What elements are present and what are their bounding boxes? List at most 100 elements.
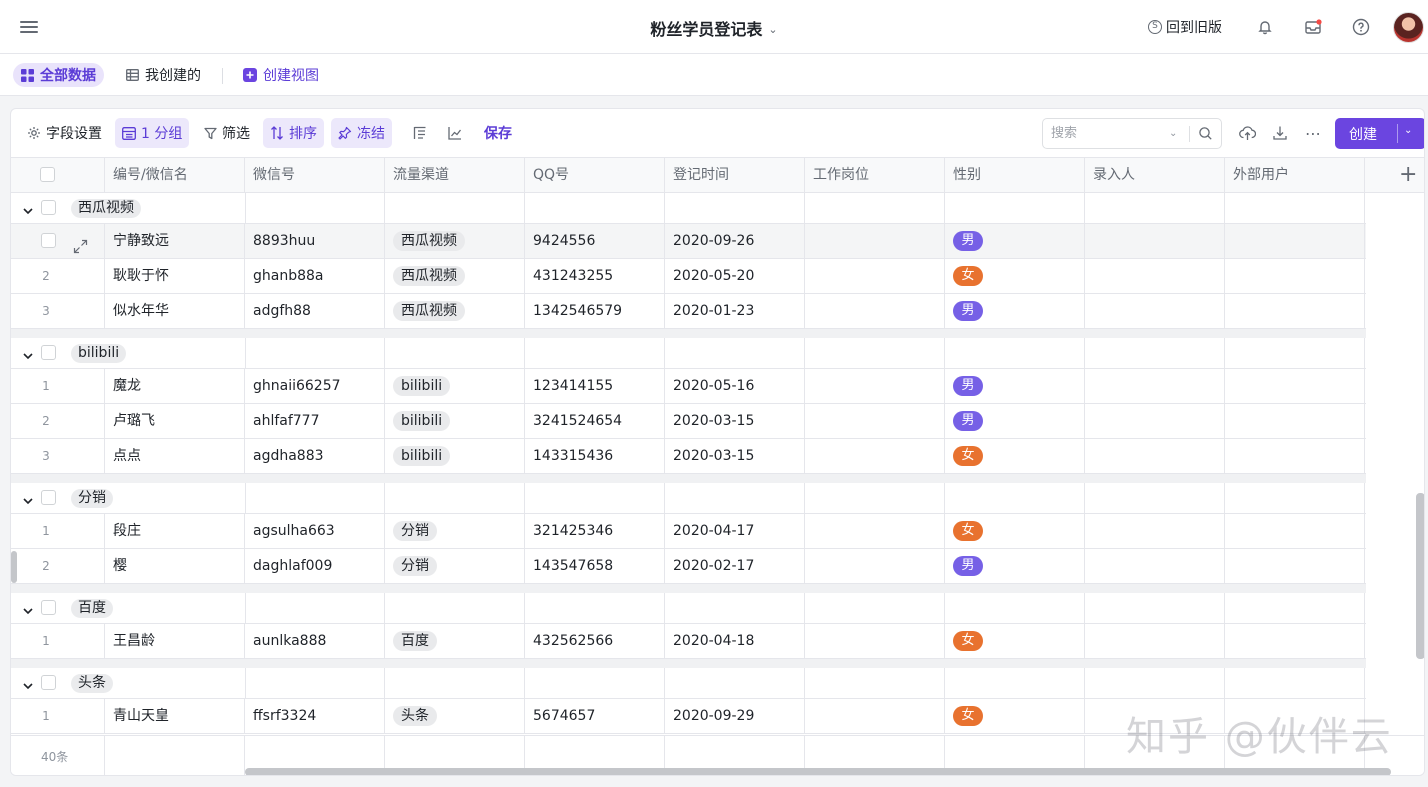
cell-wechat[interactable]: 8893huu <box>245 224 385 258</box>
table-row[interactable]: 1 段庄 agsulha663 分销 321425346 2020-04-17 女 <box>11 514 1366 549</box>
back-to-old-version-button[interactable]: S 回到旧版 <box>1148 17 1222 37</box>
cell-entry[interactable] <box>1085 439 1225 473</box>
column-header[interactable]: 录入人 <box>1085 158 1225 192</box>
cell-channel[interactable]: 分销 <box>385 549 525 583</box>
cell-external[interactable] <box>1225 294 1365 328</box>
column-header[interactable]: 登记时间 <box>665 158 805 192</box>
cell-gender[interactable]: 女 <box>945 514 1085 548</box>
cell-name[interactable]: 卢璐飞 <box>105 404 245 438</box>
cell-external[interactable] <box>1225 404 1365 438</box>
field-settings-button[interactable]: 字段设置 <box>20 118 109 148</box>
cell-qq[interactable]: 1342546579 <box>525 294 665 328</box>
cell-channel[interactable]: 西瓜视频 <box>385 224 525 258</box>
group-checkbox[interactable] <box>41 345 56 360</box>
row-height-button[interactable] <box>406 118 434 148</box>
help-icon[interactable] <box>1351 17 1371 37</box>
cell-external[interactable] <box>1225 514 1365 548</box>
download-icon[interactable] <box>1268 118 1292 148</box>
cell-name[interactable]: 王昌龄 <box>105 624 245 658</box>
cell-date[interactable]: 2020-04-17 <box>665 514 805 548</box>
cell-qq[interactable]: 5674657 <box>525 699 665 733</box>
table-row[interactable]: 3 点点 agdha883 bilibili 143315436 2020-03-15 女 <box>11 439 1366 474</box>
filter-button[interactable]: 筛选 <box>197 118 257 148</box>
horizontal-scrollbar[interactable] <box>245 768 1391 775</box>
cell-wechat[interactable]: ghnaii66257 <box>245 369 385 403</box>
cell-gender[interactable]: 男 <box>945 404 1085 438</box>
cell-wechat[interactable]: ahlfaf777 <box>245 404 385 438</box>
cell-qq[interactable]: 123414155 <box>525 369 665 403</box>
cell-date[interactable]: 2020-09-26 <box>665 224 805 258</box>
cell-qq[interactable]: 143547658 <box>525 549 665 583</box>
cell-entry[interactable] <box>1085 224 1225 258</box>
more-icon[interactable]: ⋯ <box>1301 118 1325 148</box>
cell-channel[interactable]: 西瓜视频 <box>385 259 525 293</box>
table-row[interactable]: 2 卢璐飞 ahlfaf777 bilibili 3241524654 2020-03-1… <box>11 404 1366 439</box>
cell-qq[interactable]: 9424556 <box>525 224 665 258</box>
cell-name[interactable]: 青山天皇 <box>105 699 245 733</box>
table-row[interactable]: 2 樱 daghlaf009 分销 143547658 2020-02-17 男 <box>11 549 1366 584</box>
cell-date[interactable]: 2020-04-18 <box>665 624 805 658</box>
inbox-icon[interactable] <box>1303 17 1323 37</box>
cell-date[interactable]: 2020-09-29 <box>665 699 805 733</box>
cell-name[interactable]: 点点 <box>105 439 245 473</box>
create-button[interactable]: 创建 ⌄ <box>1335 118 1424 149</box>
cell-name[interactable]: 魔龙 <box>105 369 245 403</box>
cell-entry[interactable] <box>1085 549 1225 583</box>
cell-wechat[interactable]: agsulha663 <box>245 514 385 548</box>
cell-wechat[interactable]: agdha883 <box>245 439 385 473</box>
chevron-down-icon[interactable]: ⌄ <box>1404 125 1412 136</box>
cell-wechat[interactable]: daghlaf009 <box>245 549 385 583</box>
cell-gender[interactable]: 男 <box>945 224 1085 258</box>
bell-icon[interactable] <box>1255 17 1275 37</box>
table-row[interactable]: 1 王昌龄 aunlka888 百度 432562566 2020-04-18 女 <box>11 624 1366 659</box>
left-scroll-handle[interactable] <box>11 551 17 583</box>
cell-name[interactable]: 似水年华 <box>105 294 245 328</box>
cell-date[interactable]: 2020-02-17 <box>665 549 805 583</box>
cell-entry[interactable] <box>1085 294 1225 328</box>
group-row[interactable]: 头条 <box>11 668 1366 699</box>
cell-gender[interactable]: 男 <box>945 294 1085 328</box>
cell-date[interactable]: 2020-05-16 <box>665 369 805 403</box>
cell-job[interactable] <box>805 549 945 583</box>
cell-entry[interactable] <box>1085 514 1225 548</box>
cell-job[interactable] <box>805 624 945 658</box>
cell-qq[interactable]: 321425346 <box>525 514 665 548</box>
cell-name[interactable]: 樱 <box>105 549 245 583</box>
chevron-down-icon[interactable]: ⌄ <box>1169 119 1177 148</box>
app-title-text[interactable]: 粉丝学员登记表 <box>650 20 762 39</box>
cell-qq[interactable]: 432562566 <box>525 624 665 658</box>
cell-external[interactable] <box>1225 549 1365 583</box>
cell-channel[interactable]: bilibili <box>385 369 525 403</box>
group-checkbox[interactable] <box>41 600 56 615</box>
tab-created-by-me[interactable]: 我创建的 <box>118 63 209 87</box>
cell-job[interactable] <box>805 259 945 293</box>
chevron-down-icon[interactable] <box>22 492 34 505</box>
save-button[interactable]: 保存 <box>477 118 519 148</box>
cell-job[interactable] <box>805 699 945 733</box>
create-view-button[interactable]: 创建视图 <box>235 63 327 87</box>
cell-channel[interactable]: 分销 <box>385 514 525 548</box>
group-checkbox[interactable] <box>41 490 56 505</box>
chevron-down-icon[interactable]: ⌄ <box>768 23 777 36</box>
chevron-down-icon[interactable] <box>22 347 34 360</box>
cell-date[interactable]: 2020-03-15 <box>665 439 805 473</box>
cell-wechat[interactable]: aunlka888 <box>245 624 385 658</box>
column-header[interactable]: 流量渠道 <box>385 158 525 192</box>
chevron-down-icon[interactable] <box>22 677 34 690</box>
chevron-down-icon[interactable] <box>22 602 34 615</box>
table-row[interactable]: 2 耿耿于怀 ghanb88a 西瓜视频 431243255 2020-05-20 女 <box>11 259 1366 294</box>
column-header[interactable]: 外部用户 <box>1225 158 1365 192</box>
cell-job[interactable] <box>805 514 945 548</box>
avatar[interactable] <box>1393 12 1424 43</box>
chart-button[interactable] <box>441 118 469 148</box>
tab-all-data[interactable]: 全部数据 <box>13 63 104 87</box>
column-header[interactable]: QQ号 <box>525 158 665 192</box>
cell-job[interactable] <box>805 294 945 328</box>
cell-channel[interactable]: bilibili <box>385 439 525 473</box>
cell-entry[interactable] <box>1085 369 1225 403</box>
add-field-icon[interactable]: + <box>1399 164 1417 186</box>
group-button[interactable]: 1 分组 <box>115 118 190 148</box>
group-row[interactable]: 西瓜视频 <box>11 193 1366 224</box>
column-header[interactable]: 微信号 <box>245 158 385 192</box>
cell-entry[interactable] <box>1085 624 1225 658</box>
